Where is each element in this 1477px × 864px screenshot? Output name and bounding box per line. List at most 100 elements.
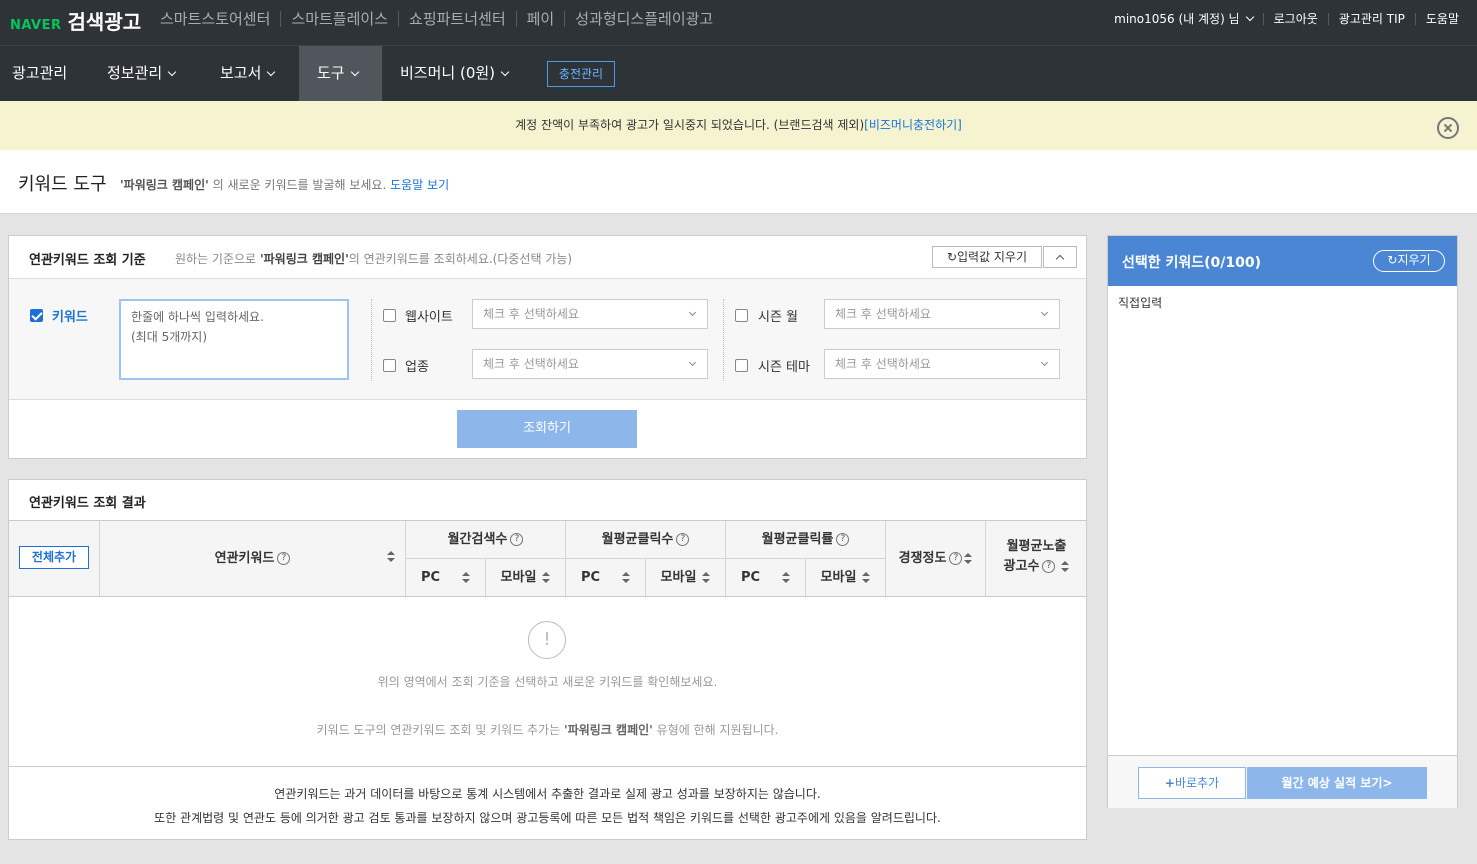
selected-header: 선택한 키워드(0/100) ↻지우기	[1108, 236, 1457, 286]
desc-post: 의 연관키워드를 조회하세요.(다중선택 가능)	[348, 252, 573, 266]
clear-label: 입력값 지우기	[957, 250, 1028, 264]
col-label: 월평균클릭률	[761, 532, 834, 547]
season-month-checkbox[interactable]	[735, 309, 748, 322]
sort-icon[interactable]	[622, 571, 631, 584]
help-icon[interactable]: ?	[676, 533, 690, 546]
close-icon[interactable]	[1437, 117, 1459, 139]
season-month-label: 시즌 월	[758, 310, 799, 325]
col-search-pc[interactable]: PC	[406, 559, 486, 596]
keyword-input[interactable]: 한줄에 하나씩 입력하세요. (최대 5개까지)	[119, 299, 349, 380]
col-label: 모바일	[820, 570, 857, 585]
nav-label: 광고관리	[12, 64, 68, 82]
sort-icon[interactable]	[1061, 560, 1070, 573]
link-pay[interactable]: 페이	[517, 8, 565, 29]
disclaimer-line-1: 연관키워드는 과거 데이터를 바탕으로 통계 시스템에서 추출한 결과로 실제 …	[274, 787, 821, 801]
col-ctr-pc[interactable]: PC	[726, 559, 806, 596]
website-checkbox[interactable]	[383, 309, 396, 322]
account-menu: mino1056 (내 계정) 님 로그아웃 광고관리 TIP 도움말	[1114, 10, 1459, 27]
season-month-select[interactable]: 체크 후 선택하세요	[824, 299, 1060, 329]
sort-icon[interactable]	[542, 571, 551, 584]
help-link[interactable]: 도움말	[1426, 10, 1459, 27]
nav-label: 정보관리	[107, 64, 163, 82]
clear-inputs-button[interactable]: ↻입력값 지우기	[932, 246, 1042, 268]
sort-icon[interactable]	[387, 551, 395, 563]
results-table-header: 전체추가 연관키워드? 월간검색수? 월평균클릭수? 월평균클릭률? PC 모바…	[9, 521, 1086, 597]
nav-reports[interactable]: 보고서	[208, 46, 286, 101]
col-ctr-mobile[interactable]: 모바일	[806, 559, 886, 596]
forecast-label: 월간 예상 실적 보기	[1281, 776, 1383, 790]
quick-add-label: 바로추가	[1174, 776, 1220, 790]
naver-searchad-logo[interactable]: NAVER 검색광고	[10, 6, 141, 35]
nav-ad-management[interactable]: 광고관리	[0, 46, 79, 101]
col-competition[interactable]: 경쟁정도?	[886, 521, 986, 596]
col-label: 월간검색수	[447, 532, 508, 547]
season-theme-select[interactable]: 체크 후 선택하세요	[824, 349, 1060, 379]
chevron-up-icon	[1055, 254, 1065, 264]
keyword-placeholder-2: (최대 5개까지)	[131, 330, 208, 344]
reset-selected-button[interactable]: ↻지우기	[1373, 250, 1445, 272]
select-placeholder: 체크 후 선택하세요	[835, 357, 931, 371]
account-dropdown[interactable]: mino1056 (내 계정) 님	[1114, 10, 1254, 27]
sort-icon[interactable]	[862, 571, 871, 584]
sort-icon[interactable]	[782, 571, 791, 584]
keyword-checkbox[interactable]	[30, 309, 43, 322]
results-panel: 연관키워드 조회 결과 전체추가 연관키워드? 월간검색수? 월평균클릭수? 월…	[8, 479, 1087, 840]
select-placeholder: 체크 후 선택하세요	[483, 307, 579, 321]
help-icon[interactable]: ?	[949, 552, 963, 565]
industry-label: 업종	[405, 360, 429, 375]
help-icon[interactable]: ?	[836, 533, 850, 546]
collapse-button[interactable]	[1043, 246, 1077, 268]
top-bar: NAVER 검색광고 스마트스토어센터 스마트플레이스 쇼핑파트너센터 페이 성…	[0, 0, 1477, 46]
nav-bizmoney[interactable]: 비즈머니 (0원)	[388, 46, 520, 101]
chevron-down-icon	[1245, 12, 1254, 22]
season-theme-label: 시즌 테마	[758, 360, 810, 375]
sort-icon[interactable]	[462, 571, 471, 584]
chevron-down-icon	[267, 67, 276, 77]
refresh-icon: ↻	[1387, 253, 1398, 267]
criteria-title: 연관키워드 조회 기준	[29, 253, 146, 268]
col-avg-ctr: 월평균클릭률?	[726, 521, 886, 559]
chevron-right-icon: >	[1382, 776, 1393, 790]
help-icon[interactable]: ?	[1042, 560, 1056, 573]
link-smartplace[interactable]: 스마트플레이스	[281, 8, 398, 29]
link-smartstore[interactable]: 스마트스토어센터	[150, 8, 280, 29]
col-search-mobile[interactable]: 모바일	[486, 559, 566, 596]
link-shopping-partner[interactable]: 쇼핑파트너센터	[399, 8, 516, 29]
website-label: 웹사이트	[405, 310, 453, 325]
direct-input-label[interactable]: 직접입력	[1118, 294, 1162, 311]
forecast-button[interactable]: 월간 예상 실적 보기>	[1247, 767, 1427, 799]
chevron-down-icon	[167, 67, 177, 77]
tip-link[interactable]: 광고관리 TIP	[1339, 10, 1405, 27]
bizmoney-charge-link[interactable]: [비즈머니충전하기]	[864, 118, 962, 132]
industry-select[interactable]: 체크 후 선택하세요	[472, 349, 708, 379]
nav-info-management[interactable]: 정보관리	[95, 46, 187, 101]
col-ad-count[interactable]: 월평균노출 광고수?	[986, 521, 1087, 596]
season-theme-checkbox[interactable]	[735, 359, 748, 372]
help-icon[interactable]: ?	[277, 552, 291, 565]
col-clicks-mobile[interactable]: 모바일	[646, 559, 726, 596]
col-clicks-pc[interactable]: PC	[566, 559, 646, 596]
col-keyword[interactable]: 연관키워드?	[100, 521, 406, 596]
col-keyword-label: 연관키워드	[214, 551, 275, 566]
sort-icon[interactable]	[964, 552, 973, 565]
add-all-button[interactable]: 전체추가	[19, 546, 89, 569]
keyword-label: 키워드	[52, 310, 88, 325]
help-guide-link[interactable]: 도움말 보기	[390, 178, 449, 192]
search-button[interactable]: 조회하기	[457, 410, 637, 448]
quick-add-button[interactable]: +바로추가	[1138, 767, 1246, 799]
industry-checkbox[interactable]	[383, 359, 396, 372]
link-display-ads[interactable]: 성과형디스플레이광고	[565, 8, 723, 29]
website-select[interactable]: 체크 후 선택하세요	[472, 299, 708, 329]
sort-icon[interactable]	[702, 571, 711, 584]
col-monthly-search: 월간검색수?	[406, 521, 566, 559]
charge-management-button[interactable]: 충전관리	[547, 61, 615, 87]
refresh-icon: ↻	[946, 250, 957, 264]
col-label: PC	[740, 570, 761, 585]
criteria-body: 키워드 한줄에 하나씩 입력하세요. (최대 5개까지) 웹사이트 체크 후 선…	[9, 279, 1086, 400]
col-avg-clicks: 월평균클릭수?	[566, 521, 726, 559]
chevron-down-icon	[350, 67, 359, 77]
logout-link[interactable]: 로그아웃	[1274, 10, 1318, 27]
nav-tools[interactable]: 도구	[299, 46, 382, 101]
help-icon[interactable]: ?	[510, 533, 524, 546]
chevron-down-icon	[500, 67, 510, 77]
